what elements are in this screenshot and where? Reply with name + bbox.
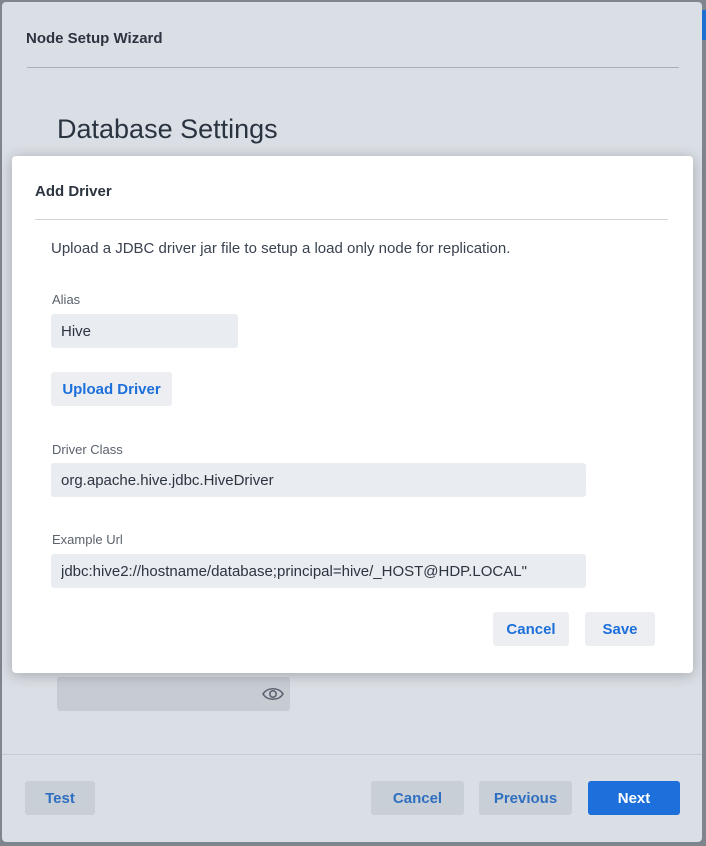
wizard-divider: [27, 67, 679, 68]
driver-class-input[interactable]: [51, 463, 586, 497]
eye-icon[interactable]: [262, 685, 284, 703]
example-url-label: Example Url: [52, 532, 123, 547]
dialog-divider: [35, 219, 668, 220]
section-title: Database Settings: [57, 114, 278, 144]
footer-divider: [2, 754, 702, 755]
dialog-description: Upload a JDBC driver jar file to setup a…: [51, 240, 511, 257]
alias-input[interactable]: [51, 314, 238, 348]
alias-label: Alias: [52, 292, 81, 307]
add-driver-dialog: Add Driver Upload a JDBC driver jar file…: [12, 156, 693, 673]
test-button[interactable]: Test: [25, 781, 95, 815]
password-field[interactable]: [57, 677, 290, 711]
driver-class-label: Driver Class: [52, 442, 123, 457]
dialog-cancel-button[interactable]: Cancel: [493, 612, 569, 646]
wizard-title: Node Setup Wizard: [26, 30, 163, 47]
upload-driver-button[interactable]: Upload Driver: [51, 372, 172, 406]
previous-button[interactable]: Previous: [479, 781, 572, 815]
example-url-input[interactable]: [51, 554, 586, 588]
wizard-cancel-button[interactable]: Cancel: [371, 781, 464, 815]
screen-frame: Node Setup Wizard Database Settings Test…: [0, 0, 706, 846]
background-accent-edge: [702, 10, 706, 40]
next-button[interactable]: Next: [588, 781, 680, 815]
dialog-title: Add Driver: [35, 183, 112, 200]
save-button[interactable]: Save: [585, 612, 655, 646]
